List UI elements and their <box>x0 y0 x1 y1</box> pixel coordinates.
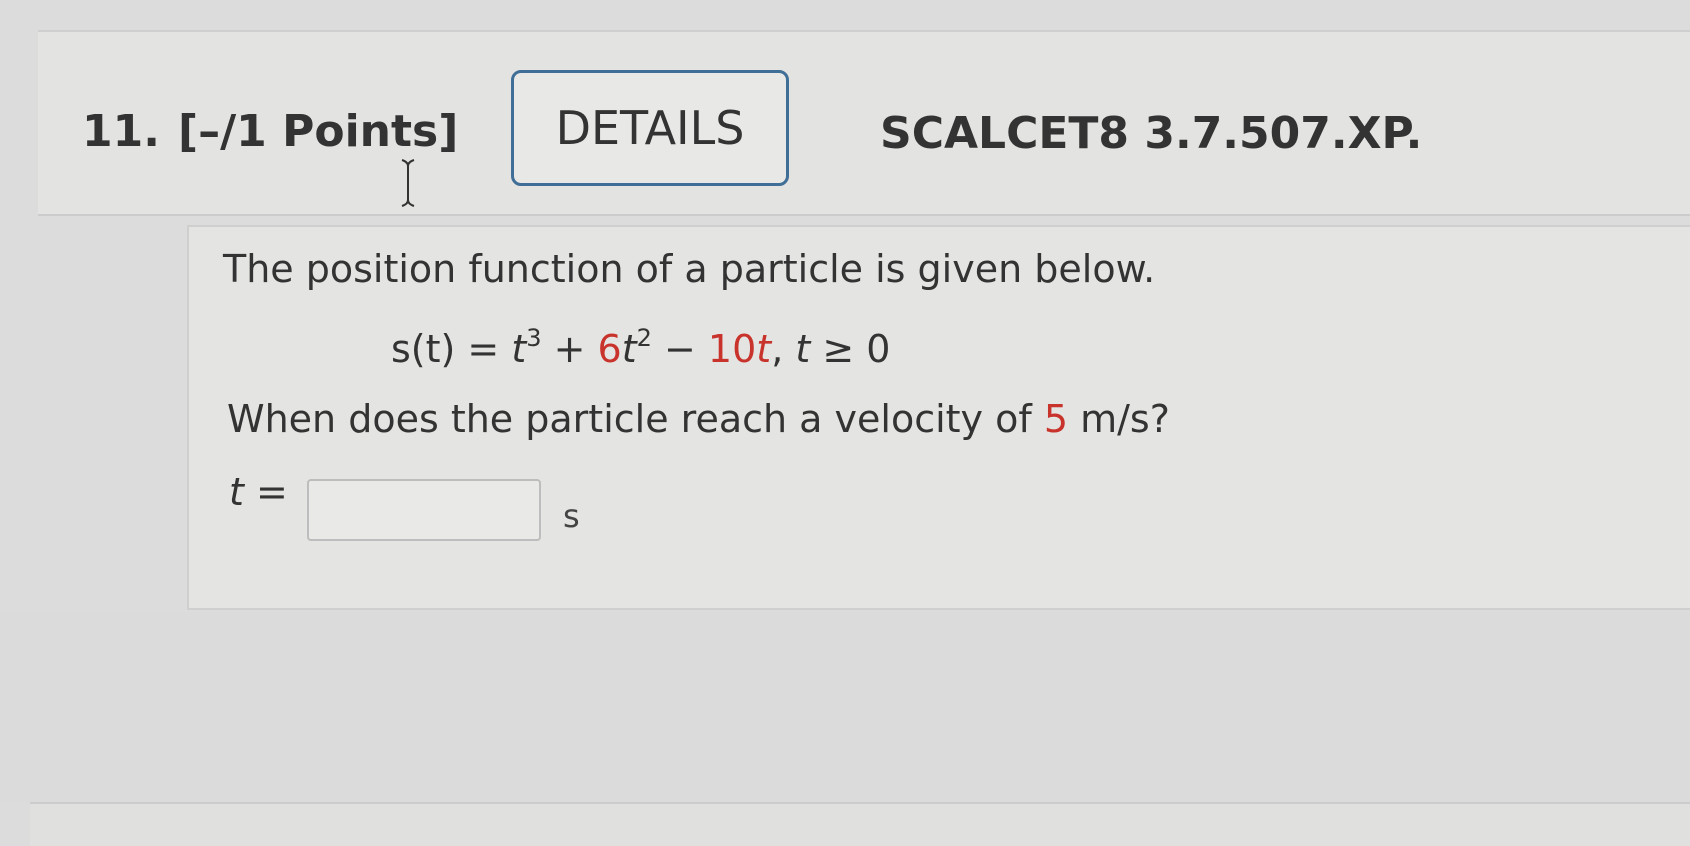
equation-operator: − <box>651 327 708 371</box>
answer-variable: t <box>229 470 244 514</box>
equation-lhs: s(t) = <box>391 327 512 371</box>
answer-input[interactable] <box>307 479 541 541</box>
text-cursor-icon <box>401 159 415 207</box>
equation-var: t <box>621 327 637 371</box>
problem-id: SCALCET8 3.7.507.XP. <box>880 108 1423 159</box>
question-header: 11. [–/1 Points] DETAILS SCALCET8 3.7.50… <box>38 30 1690 216</box>
equation-comma: , <box>771 327 796 371</box>
question-text-before: When does the particle reach a velocity … <box>227 397 1044 441</box>
question-text: When does the particle reach a velocity … <box>227 397 1170 441</box>
question-points: [–/1 Points] <box>178 106 459 157</box>
empty-area <box>0 612 1690 802</box>
answer-equals: = <box>243 470 288 514</box>
equation-var: t <box>511 327 527 371</box>
position-equation: s(t) = t3 + 6t2 − 10t, t ≥ 0 <box>391 324 891 371</box>
velocity-value: 5 <box>1043 397 1069 441</box>
next-question-edge <box>30 802 1690 846</box>
equation-coefficient: 6 <box>597 327 622 371</box>
details-button[interactable]: DETAILS <box>511 70 789 186</box>
question-text-after: m/s? <box>1068 397 1170 441</box>
question-number: 11. <box>82 106 160 157</box>
answer-label: t = <box>229 470 288 514</box>
answer-unit: s <box>563 497 580 535</box>
equation-var: t <box>795 327 811 371</box>
problem-intro: The position function of a particle is g… <box>223 247 1156 291</box>
equation-exponent: 3 <box>526 324 542 352</box>
equation-operator: + <box>541 327 598 371</box>
equation-coefficient: 10 <box>707 327 757 371</box>
equation-var: t <box>756 327 772 371</box>
problem-box: The position function of a particle is g… <box>187 225 1690 610</box>
equation-exponent: 2 <box>636 324 652 352</box>
equation-condition: ≥ 0 <box>810 327 891 371</box>
